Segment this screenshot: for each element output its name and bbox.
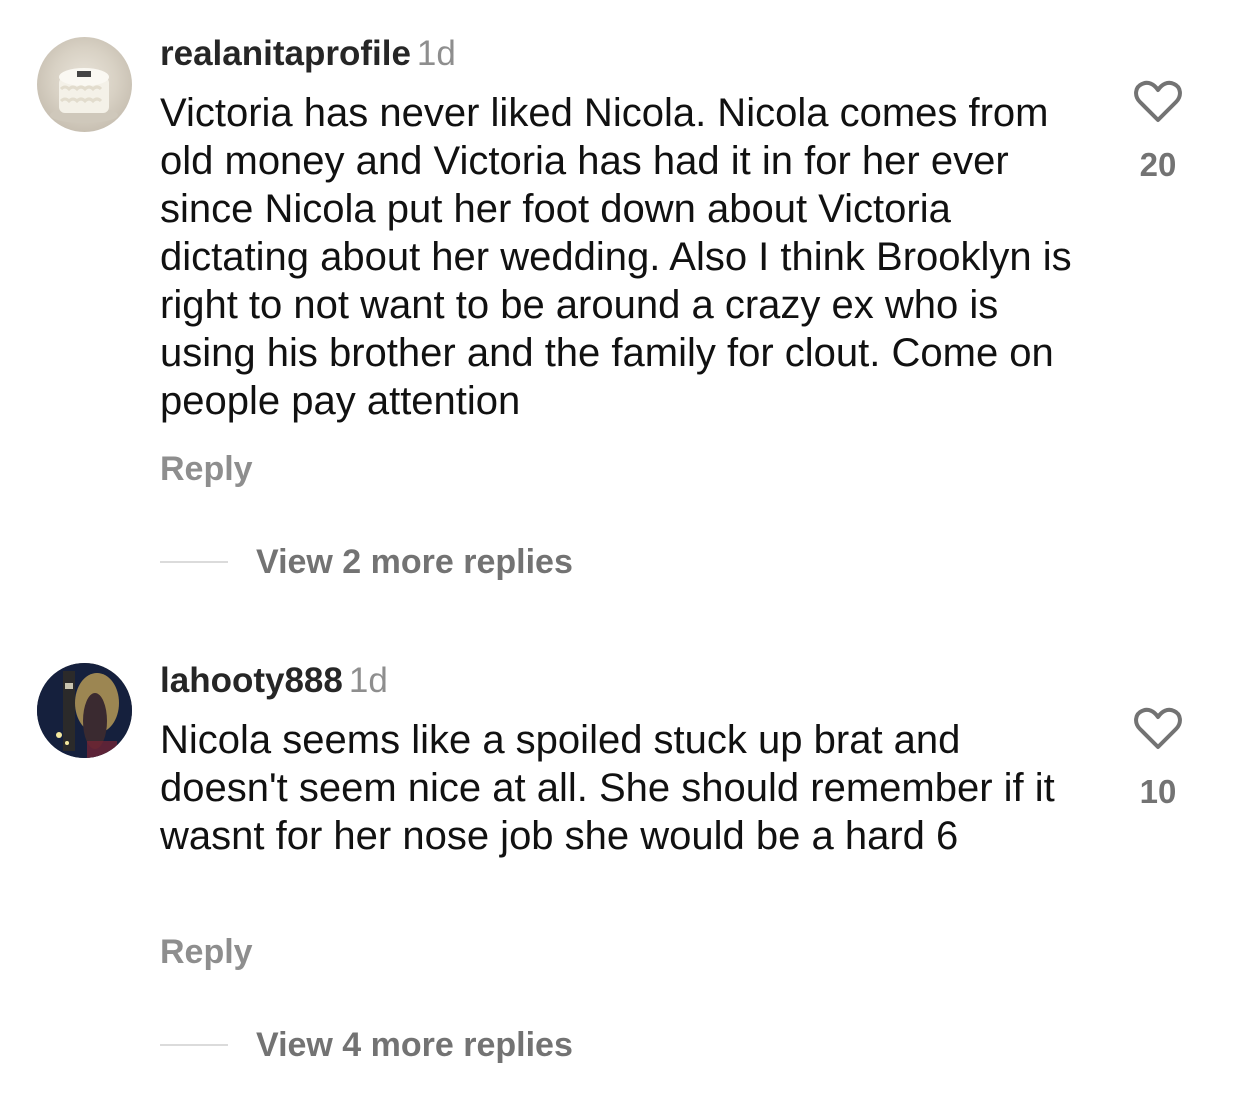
username-link[interactable]: realanitaprofile: [160, 34, 411, 73]
cake-avatar-image: [50, 68, 118, 123]
view-more-replies-label: View 4 more replies: [256, 1025, 573, 1064]
avatar[interactable]: [37, 663, 132, 758]
like-control: 10: [1120, 705, 1196, 811]
replies-divider: [160, 561, 228, 563]
avatar[interactable]: [37, 37, 132, 132]
comment-text: Nicola seems like a spoiled stuck up bra…: [160, 718, 1055, 858]
reply-button[interactable]: Reply: [160, 932, 253, 972]
comment-item: lahooty888 1d Nicola seems like a spoiled…: [0, 620, 1242, 1111]
heart-outline-icon[interactable]: [1133, 78, 1183, 124]
username-link[interactable]: lahooty888: [160, 661, 343, 700]
comment-timestamp: 1d: [416, 34, 456, 73]
replies-divider: [160, 1044, 228, 1046]
view-more-replies-button[interactable]: View 4 more replies: [160, 1025, 573, 1065]
comment-header: lahooty888 1d: [160, 661, 388, 701]
heart-outline-icon[interactable]: [1133, 705, 1183, 751]
like-count: 20: [1139, 146, 1177, 183]
comment-header: realanitaprofile 1d: [160, 34, 456, 74]
like-control: 20: [1120, 78, 1196, 184]
view-more-replies-label: View 2 more replies: [256, 542, 573, 581]
reply-button[interactable]: Reply: [160, 449, 253, 489]
comment-item: realanitaprofile 1d Victoria has never li…: [0, 0, 1242, 600]
comment-text: Victoria has never liked Nicola. Nicola …: [160, 91, 1072, 423]
comment-timestamp: 1d: [348, 661, 388, 700]
like-count: 10: [1139, 773, 1177, 810]
night-photo-avatar-image: [37, 663, 132, 758]
view-more-replies-button[interactable]: View 2 more replies: [160, 542, 573, 582]
